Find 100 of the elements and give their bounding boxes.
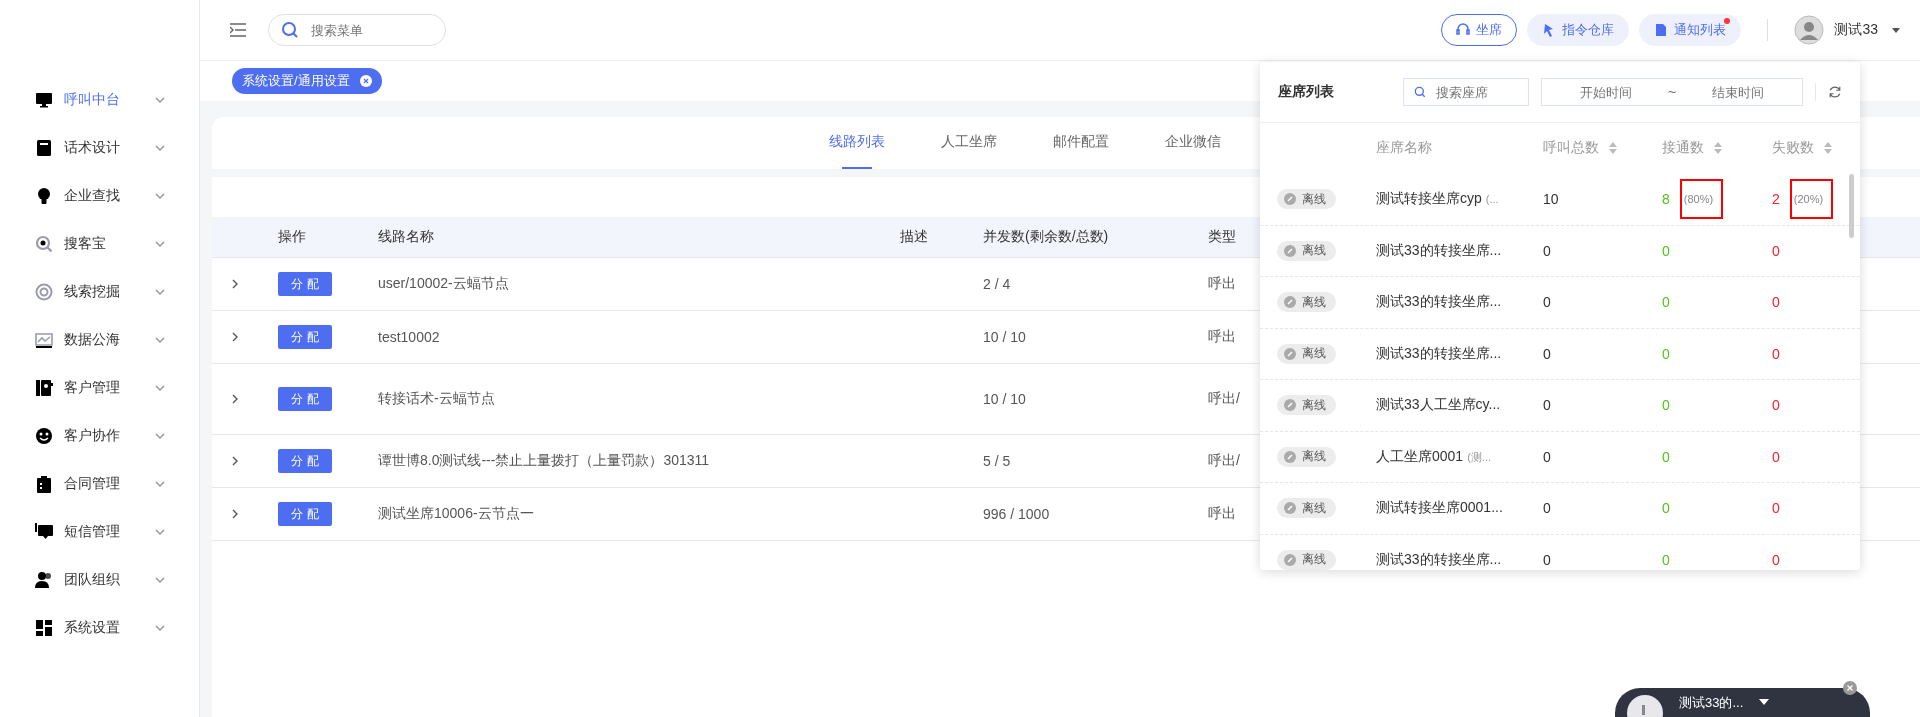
search-field[interactable]: 搜索菜单 <box>309 21 423 39</box>
call-widget[interactable]: 测试33的... <box>1615 688 1870 717</box>
column-header: 呼叫总数 <box>1543 139 1599 157</box>
column-header: 失败数 <box>1772 139 1814 157</box>
clipboard-icon <box>35 475 53 493</box>
header-button-icon <box>1456 23 1471 37</box>
table-cell-text: 转接话术-云蝠节点 <box>378 390 496 408</box>
sidebar-item[interactable]: 短信管理 <box>0 508 199 556</box>
percentage: (80%) <box>1679 179 1724 220</box>
chevron-down-icon <box>155 433 165 439</box>
expand-icon[interactable] <box>232 332 238 342</box>
chat-icon <box>35 523 53 541</box>
user-name[interactable]: 测试33 <box>1834 21 1878 39</box>
chevron-down-icon <box>155 289 165 295</box>
chevron-down-icon <box>155 241 165 247</box>
seat-name: 测试33的转接坐席... <box>1376 241 1502 258</box>
sidebar-item[interactable]: 话术设计 <box>0 124 199 172</box>
sidebar-item[interactable]: 搜客宝 <box>0 220 199 268</box>
header-button[interactable]: 通知列表 <box>1639 14 1742 46</box>
book-icon <box>35 139 53 157</box>
header-button[interactable]: 坐席 <box>1441 14 1518 46</box>
table-cell: 0 <box>1772 242 1780 259</box>
lightbulb-icon <box>35 187 53 205</box>
table-cell-text: 5 / 5 <box>983 453 1012 469</box>
column-header: 操作 <box>278 228 307 246</box>
status-badge: 离线 <box>1277 498 1336 519</box>
caret-icon[interactable] <box>1759 699 1770 705</box>
seat-name: 测试转接坐席0001... <box>1376 499 1503 516</box>
avatar-icon[interactable] <box>1794 15 1825 45</box>
header-button[interactable]: 指令仓库 <box>1527 14 1630 46</box>
sidebar-item[interactable]: 客户协作 <box>0 412 199 460</box>
monitor-icon <box>35 91 53 109</box>
status-badge: 离线 <box>1277 189 1336 210</box>
offline-icon <box>1284 244 1296 257</box>
table-cell: 0 <box>1662 500 1670 517</box>
offline-icon <box>1284 399 1296 412</box>
chevron-down-icon <box>155 481 165 487</box>
table-cell: 0 <box>1772 551 1780 568</box>
seat-name: 人工坐席0001 <box>1376 447 1464 464</box>
menu-icon[interactable] <box>230 23 246 37</box>
assign-button[interactable]: 分 配 <box>278 387 332 411</box>
table-cell-text: 996 / 1000 <box>983 506 1051 522</box>
expand-icon[interactable] <box>232 279 238 289</box>
seat-name: 测试33的转接坐席... <box>1376 344 1502 361</box>
table-cell: 0 <box>1772 294 1780 311</box>
status-badge: 离线 <box>1277 240 1336 261</box>
column-header: 类型 <box>1208 228 1237 246</box>
expand-icon[interactable] <box>232 456 238 466</box>
people-icon <box>35 571 53 589</box>
offline-icon <box>1284 450 1296 463</box>
seat-search-field[interactable]: 搜索座席 <box>1434 83 1519 101</box>
table-cell: 0 <box>1772 397 1780 414</box>
sidebar-item[interactable]: 团队组织 <box>0 556 199 604</box>
table-cell-text: 谭世博8.0测试线---禁止上量拨打（上量罚款）301311 <box>378 452 711 470</box>
dashboard-icon <box>35 619 53 637</box>
table-cell-text: 呼出 <box>1208 505 1237 523</box>
sidebar-item[interactable]: 线索挖掘 <box>0 268 199 316</box>
column-header: 描述 <box>900 228 929 246</box>
scrollbar[interactable] <box>1849 174 1854 238</box>
sidebar-item[interactable]: 呼叫中台 <box>0 76 199 124</box>
caret-icon[interactable] <box>1892 27 1900 33</box>
offline-icon <box>1284 553 1296 566</box>
caller-name: 测试33的... <box>1679 694 1744 712</box>
expand-icon[interactable] <box>232 509 238 519</box>
sidebar-item[interactable]: 企业查找 <box>0 172 199 220</box>
table-cell: 0 <box>1662 345 1670 362</box>
assign-button[interactable]: 分 配 <box>278 325 332 349</box>
search-icon <box>35 235 53 253</box>
seat-name: 测试33人工坐席cy... <box>1376 396 1501 413</box>
table-cell-text: 0 <box>1543 397 1552 414</box>
search-icon <box>281 21 299 39</box>
refresh-icon[interactable] <box>1828 84 1842 100</box>
tab[interactable]: 企业微信 <box>1165 117 1221 169</box>
sidebar-item[interactable]: 系统设置 <box>0 604 199 652</box>
chevron-down-icon <box>155 337 165 343</box>
sidebar-item[interactable]: 合同管理 <box>0 460 199 508</box>
offline-icon <box>1284 347 1296 360</box>
tab[interactable]: 邮件配置 <box>1053 117 1109 169</box>
chevron-down-icon <box>155 145 165 151</box>
tab[interactable]: 人工坐席 <box>941 117 997 169</box>
contact-book-icon <box>35 379 53 397</box>
chart-icon <box>35 331 53 349</box>
close-icon[interactable] <box>1843 681 1857 695</box>
tab[interactable]: 线路列表 <box>829 117 885 169</box>
assign-button[interactable]: 分 配 <box>278 449 332 473</box>
breadcrumb-tag[interactable]: 系统设置/通用设置 <box>232 68 382 94</box>
table-cell: 0 <box>1662 242 1670 259</box>
status-badge: 离线 <box>1277 549 1336 570</box>
assign-button[interactable]: 分 配 <box>278 502 332 526</box>
table-cell-text: 呼出 <box>1208 328 1237 346</box>
table-cell-text: 0 <box>1543 551 1552 568</box>
sidebar-item[interactable]: 数据公海 <box>0 316 199 364</box>
table-cell: 8 <box>1662 191 1670 208</box>
status-badge: 离线 <box>1277 395 1336 416</box>
sidebar-item[interactable]: 客户管理 <box>0 364 199 412</box>
expand-icon[interactable] <box>232 394 238 404</box>
range-separator: ~ <box>1667 84 1678 100</box>
assign-button[interactable]: 分 配 <box>278 272 332 296</box>
table-cell-text: 10 <box>1543 191 1560 208</box>
seat-search-box[interactable]: 搜索座席 <box>1403 78 1530 106</box>
